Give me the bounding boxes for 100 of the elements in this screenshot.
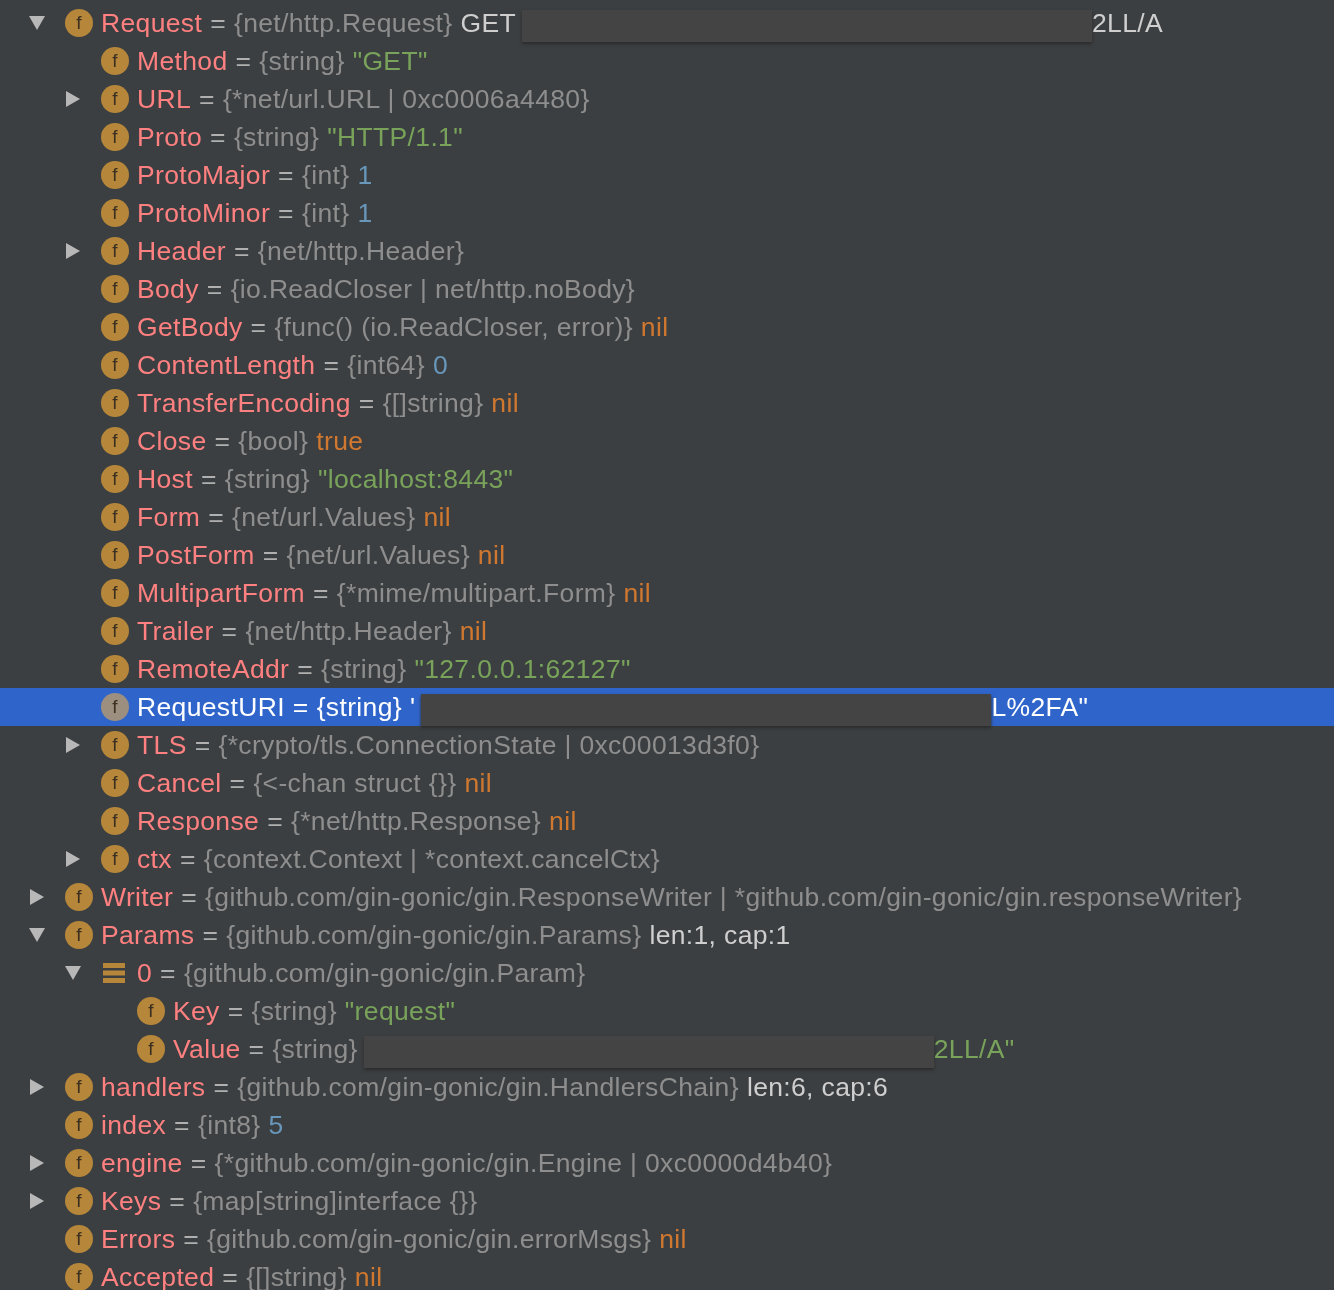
equals-sign: = [297,653,314,685]
variable-name: Host [137,463,193,495]
tree-row[interactable]: f Request = {net/http.Request} GET 2LL/A [0,4,1334,42]
tree-row[interactable]: f ProtoMinor = {int} 1 [0,194,1334,232]
tree-row[interactable]: f handlers = {github.com/gin-gonic/gin.HandlersChain} len:6, cap:6 [0,1068,1334,1106]
variable-name: Params [101,919,195,951]
variable-type: {func() (io.ReadCloser, error)} [274,311,633,343]
tree-row[interactable]: f Method = {string} "GET" [0,42,1334,80]
tree-row[interactable]: f Close = {bool} true [0,422,1334,460]
expand-arrow-icon[interactable] [29,1078,45,1096]
tree-row[interactable]: f Errors = {github.com/gin-gonic/gin.errorMsgs} nil [0,1220,1334,1258]
field-icon: f [101,47,129,75]
expand-arrow-icon[interactable] [65,242,81,260]
tree-row[interactable]: f TransferEncoding = {[]string} nil [0,384,1334,422]
equals-sign: = [183,1223,200,1255]
tree-row[interactable]: f engine = {*github.com/gin-gonic/gin.Engine | 0xc0000d4b40} [0,1144,1334,1182]
tree-row[interactable]: f index = {int8} 5 [0,1106,1334,1144]
equals-sign: = [160,957,176,989]
collapse-arrow-icon[interactable] [65,964,81,982]
tree-row[interactable]: f GetBody = {func() (io.ReadCloser, error)} nil [0,308,1334,346]
tree-row[interactable]: f Keys = {map[string]interface {}} [0,1182,1334,1220]
field-icon: f [101,769,129,797]
field-icon: f [101,465,129,493]
variable-name: Writer [101,881,174,913]
field-icon: f [101,389,129,417]
variable-value: nil [423,501,451,533]
tree-row[interactable]: f ctx = {context.Context | *context.cancelCtx} [0,840,1334,878]
equals-sign: = [234,235,250,267]
field-icon: f [101,351,129,379]
tree-row[interactable]: 0 = {github.com/gin-gonic/gin.Param} [0,954,1334,992]
field-icon: f [65,883,93,911]
tree-row[interactable]: f Body = {io.ReadCloser | net/http.noBody} [0,270,1334,308]
variable-type: {<-chan struct {}} [253,767,457,799]
tree-row[interactable]: f Params = {github.com/gin-gonic/gin.Params} len:1, cap:1 [0,916,1334,954]
variable-name: Cancel [137,767,222,799]
variable-name: Method [137,45,228,77]
field-icon: f [137,1035,165,1063]
equals-sign: = [169,1185,186,1217]
variable-name: Response [137,805,260,837]
tree-row[interactable]: f ContentLength = {int64} 0 [0,346,1334,384]
variable-name: engine [101,1147,183,1179]
tree-row[interactable]: f RequestURI = {string} ' L%2FA" [0,688,1334,726]
variable-name: Form [137,501,201,533]
equals-sign: = [229,767,246,799]
field-icon: f [65,1187,93,1215]
expand-arrow-icon[interactable] [29,1154,45,1172]
field-icon: f [101,503,129,531]
field-icon: f [101,237,129,265]
variable-type: {string} [316,691,402,723]
equals-sign: = [210,7,226,39]
equals-sign: = [181,881,198,913]
variable-value: nil [640,311,669,343]
collapse-arrow-icon[interactable] [29,926,45,944]
field-icon: f [65,1073,93,1101]
variable-value: "HTTP/1.1" [327,121,463,153]
variable-value: L%2FA" [991,691,1089,723]
expand-arrow-icon[interactable] [65,90,81,108]
tree-row[interactable]: f RemoteAddr = {string} "127.0.0.1:62127" [0,650,1334,688]
tree-row[interactable]: f Form = {net/url.Values} nil [0,498,1334,536]
variable-type: {github.com/gin-gonic/gin.Params} [226,919,642,951]
equals-sign: = [190,1147,207,1179]
expand-arrow-icon[interactable] [29,1192,45,1210]
field-icon: f [101,275,129,303]
variable-type: {net/http.Header} [245,615,452,647]
field-icon: f [101,617,129,645]
variable-name: Value [173,1033,241,1065]
variable-type: {int} [301,197,350,229]
tree-row[interactable]: f Response = {*net/http.Response} nil [0,802,1334,840]
variable-type: {io.ReadCloser | net/http.noBody} [230,273,636,305]
tree-row[interactable]: f ProtoMajor = {int} 1 [0,156,1334,194]
tree-row[interactable]: f MultipartForm = {*mime/multipart.Form} nil [0,574,1334,612]
tree-row[interactable]: f Value = {string} 2LL/A" [0,1030,1334,1068]
field-icon: f [101,427,129,455]
variable-value: "127.0.0.1:62127" [414,653,631,685]
equals-sign: = [278,197,294,229]
expand-arrow-icon[interactable] [29,888,45,906]
expand-arrow-icon[interactable] [65,850,81,868]
equals-sign: = [199,83,215,115]
variable-value: "GET" [352,45,428,77]
tree-row[interactable]: f Writer = {github.com/gin-gonic/gin.ResponseWriter | *github.com/gin-gonic/gin.responseWriter} [0,878,1334,916]
variable-value: GET [460,7,516,39]
field-icon: f [137,997,165,1025]
tree-row[interactable]: f Key = {string} "request" [0,992,1334,1030]
tree-row[interactable]: f Cancel = {<-chan struct {}} nil [0,764,1334,802]
variable-name: handlers [101,1071,206,1103]
expand-arrow-icon[interactable] [65,736,81,754]
field-icon: f [101,313,129,341]
variable-type: {string} [272,1033,358,1065]
tree-row[interactable]: f URL = {*net/url.URL | 0xc0006a4480} [0,80,1334,118]
tree-row[interactable]: f Header = {net/http.Header} [0,232,1334,270]
tree-row[interactable]: f Host = {string} "localhost:8443" [0,460,1334,498]
tree-row[interactable]: f Trailer = {net/http.Header} nil [0,612,1334,650]
variable-type: {github.com/gin-gonic/gin.HandlersChain} [237,1071,739,1103]
variable-name: GetBody [137,311,243,343]
variable-name: ProtoMinor [137,197,271,229]
collapse-arrow-icon[interactable] [29,14,45,32]
tree-row[interactable]: f PostForm = {net/url.Values} nil [0,536,1334,574]
tree-row[interactable]: f TLS = {*crypto/tls.ConnectionState | 0xc00013d3f0} [0,726,1334,764]
tree-row[interactable]: f Proto = {string} "HTTP/1.1" [0,118,1334,156]
variable-type: {*mime/multipart.Form} [336,577,616,609]
